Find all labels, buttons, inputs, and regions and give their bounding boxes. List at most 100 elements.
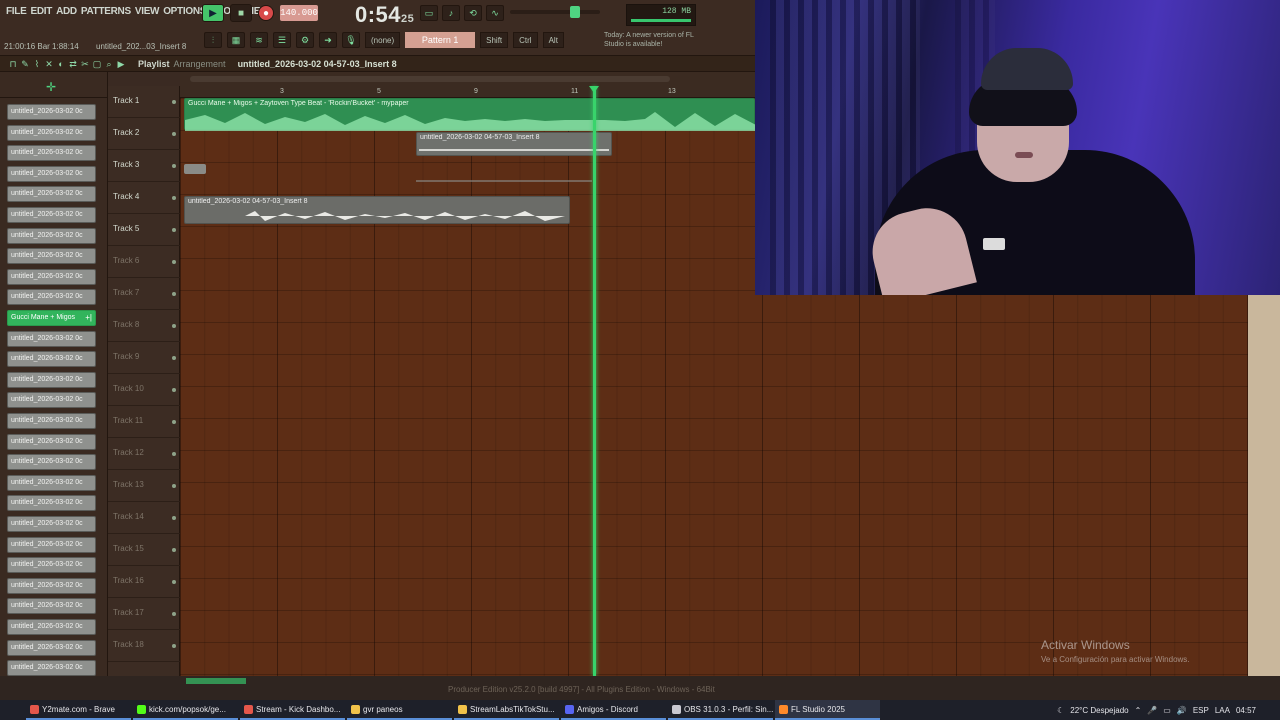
clip-source-item[interactable]: Gucci Mane + Migos [7,310,96,326]
menu-item-view[interactable]: VIEW [135,6,160,17]
taskbar-app[interactable]: gvr paneos [347,700,452,720]
mic-icon[interactable]: 🎙 [342,32,360,48]
playlist-subtitle[interactable]: Arrangement [174,59,226,69]
taskbar-app[interactable]: Y2mate.com - Brave [26,700,131,720]
volume-icon[interactable]: 🔊 [1177,706,1187,715]
track-mute-led[interactable] [172,356,176,360]
track-header[interactable]: Track 16 [108,566,180,598]
clip-source-item[interactable]: untitled_2026-03-02 0c [7,639,96,656]
track-header[interactable]: Track 11 [108,406,180,438]
clip-source-item[interactable]: untitled_2026-03-02 0c [7,248,96,265]
track-mute-led[interactable] [172,484,176,488]
track-mute-led[interactable] [172,292,176,296]
track-mute-led[interactable] [172,228,176,232]
pattern-selector[interactable]: Pattern 1 [405,32,476,48]
clip-source-item[interactable]: untitled_2026-03-02 0c [7,495,96,512]
clip-source-item[interactable]: untitled_2026-03-02 0c [7,371,96,388]
track-mute-led[interactable] [172,580,176,584]
track-mute-led[interactable] [172,260,176,264]
playhead[interactable] [589,86,599,676]
clip-source-item[interactable]: untitled_2026-03-02 0c [7,577,96,594]
track-mute-led[interactable] [172,420,176,424]
ctrl-button[interactable]: Ctrl [513,32,538,48]
track-mute-led[interactable] [172,452,176,456]
clip-source-item[interactable]: untitled_2026-03-02 0c [7,351,96,368]
menu-item-edit[interactable]: EDIT [30,6,52,17]
pc-icon[interactable]: ▭ [420,5,438,21]
clip-source-item[interactable]: untitled_2026-03-02 0c [7,124,96,141]
clip-source-item[interactable]: untitled_2026-03-02 0c [7,474,96,491]
pencil-icon[interactable]: ✎ [20,59,30,69]
timeline-ruler[interactable]: 35911131517 [180,72,870,98]
track-header[interactable]: Track 9 [108,342,180,374]
audio-icon[interactable]: ♪ [442,5,460,21]
clip-source-item[interactable]: untitled_2026-03-02 0c [7,186,96,203]
track-mute-led[interactable] [172,548,176,552]
track-mute-led[interactable] [172,644,176,648]
chevron-up-icon[interactable]: ⌃ [1135,706,1142,715]
playlist-pattern-name[interactable]: untitled_2026-03-02 04-57-03_Insert 8 [238,59,397,69]
taskbar-app[interactable]: StreamLabsTikTokStu... [454,700,559,720]
playback-icon[interactable]: ▶ [116,59,126,69]
record-button[interactable]: ● [258,5,274,21]
clip-source-item[interactable]: untitled_2026-03-02 0c [7,516,96,532]
audio-clip-insert-a[interactable]: untitled_2026-03-02 04-57-03_Insert 8 [416,132,612,156]
keyboard-lang[interactable]: ESP [1193,706,1209,715]
clip-source-item[interactable]: untitled_2026-03-02 0c [7,207,96,223]
add-icon[interactable]: ✛ [46,80,56,94]
track-mute-led[interactable] [172,516,176,520]
track-mute-led[interactable] [172,388,176,392]
link-icon[interactable]: ⟲ [464,5,482,21]
magnet-icon[interactable]: ⊓ [8,59,18,69]
track-header[interactable]: Track 10 [108,374,180,406]
track-header[interactable]: Track 15 [108,534,180,566]
clock[interactable]: 04:57 [1236,706,1256,715]
slip-icon[interactable]: ⇄ [68,59,78,69]
arrow-icon[interactable]: ➜ [319,32,337,48]
track-header[interactable]: Track 13 [108,470,180,502]
taskbar-app[interactable]: Stream - Kick Dashbo... [240,700,345,720]
zoom-icon[interactable]: ⌕ [104,59,114,69]
clip-source-item[interactable]: untitled_2026-03-02 0c [7,268,96,285]
track-header[interactable]: Track 5 [108,214,180,246]
clip-source-item[interactable]: untitled_2026-03-02 0c [7,433,96,450]
track-mute-led[interactable] [172,132,176,136]
weather[interactable]: 22°C Despejado [1070,706,1128,715]
taskbar-app[interactable]: kick.com/popsok/ge... [133,700,238,720]
track-mute-led[interactable] [172,324,176,328]
tempo-display[interactable]: 140.000 [280,5,318,21]
clip-source-item[interactable]: untitled_2026-03-02 0c [7,619,96,635]
clip-source-item[interactable]: untitled_2026-03-02 0c [7,289,96,306]
horizontal-scrollbar[interactable] [190,76,670,82]
track-mute-led[interactable] [172,612,176,616]
clip-source-item[interactable]: untitled_2026-03-02 0c [7,330,96,347]
track-header[interactable]: Track 12 [108,438,180,470]
audio-clip-insert-b[interactable]: untitled_2026-03-02 04-57-03_Insert 8 [184,196,570,224]
channel-rack-icon[interactable]: ▦ [227,32,245,48]
clip-source-item[interactable]: untitled_2026-03-02 0c [7,165,96,182]
track-mute-led[interactable] [172,196,176,200]
clip-source-item[interactable]: untitled_2026-03-02 0c [7,392,96,409]
taskbar-app[interactable]: OBS 31.0.3 - Perfil: Sin... [668,700,773,720]
menu-item-file[interactable]: FILE [6,6,27,17]
delete-icon[interactable]: ✕ [44,59,54,69]
shift-button[interactable]: Shift [480,32,509,48]
clip-source-item[interactable]: untitled_2026-03-02 0c [7,598,96,615]
track-header[interactable]: Track 2 [108,118,180,150]
mute-icon[interactable]: ◐ [56,59,66,69]
track-header[interactable]: Track 18 [108,630,180,662]
audio-clip-main[interactable]: Gucci Mane + Migos + Zaytoven Type Beat … [184,98,756,131]
mic-tray-icon[interactable]: 🎤 [1147,706,1157,715]
network-icon[interactable]: ▭ [1163,706,1171,715]
track-header[interactable]: Track 6 [108,246,180,278]
browser-icon[interactable]: ☰ [273,32,291,48]
brush-icon[interactable]: ⌇ [32,59,42,69]
menu-item-options[interactable]: OPTIONS [163,6,206,17]
clip-source-item[interactable]: untitled_2026-03-02 0c [7,227,96,244]
wave-icon[interactable]: ∿ [486,5,504,21]
select-icon[interactable]: ▢ [92,59,102,69]
clip-source-item[interactable]: untitled_2026-03-02 0c [7,660,96,677]
track-header[interactable]: Track 14 [108,502,180,534]
menu-item-patterns[interactable]: PATTERNS [81,6,131,17]
snap-select[interactable]: (none) [365,32,401,48]
